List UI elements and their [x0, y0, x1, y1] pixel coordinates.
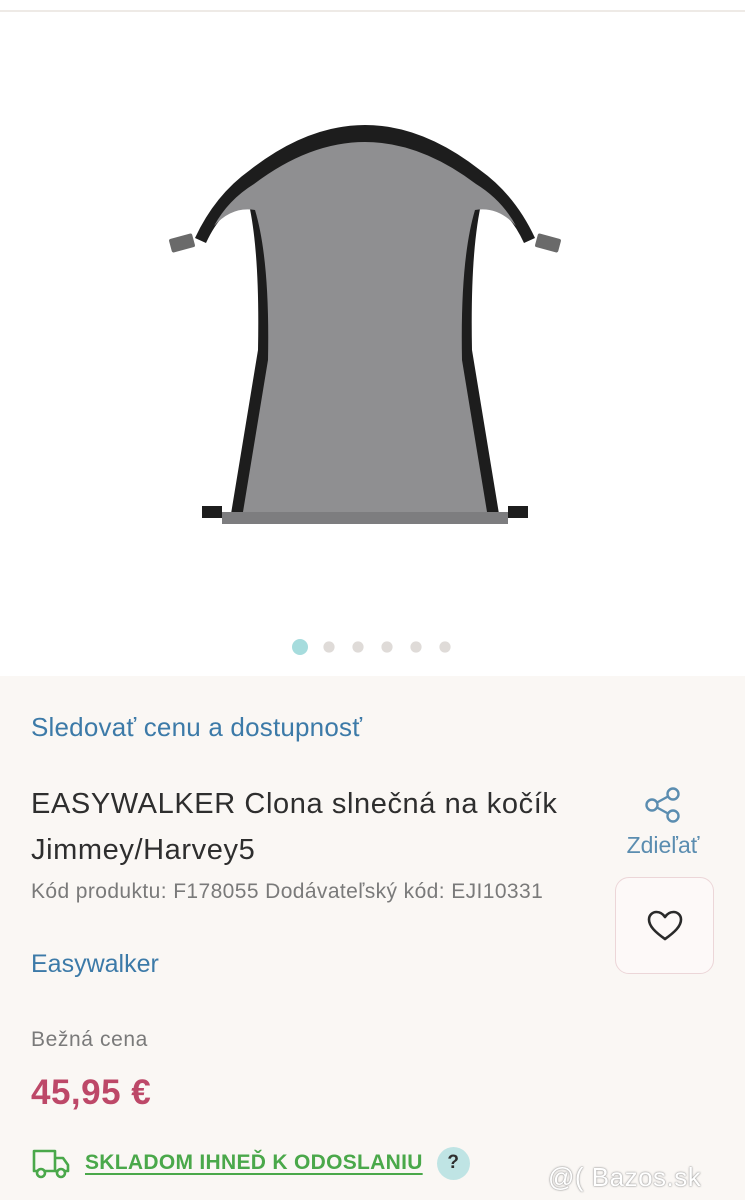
truck-icon	[32, 1149, 70, 1179]
stock-status: SKLADOM IHNEĎ K ODOSLANIU ?	[31, 1146, 470, 1180]
product-title: EASYWALKER Clona slnečná na kočík Jimmey…	[31, 788, 558, 866]
price: 45,95 €	[31, 1073, 152, 1112]
gallery-dots	[292, 639, 453, 655]
share-icon	[645, 787, 680, 823]
share-label: Zdieľať	[626, 832, 700, 858]
gallery-dot[interactable]	[323, 641, 335, 653]
product-image[interactable]	[150, 100, 580, 540]
wishlist-button[interactable]	[615, 877, 714, 974]
regular-price-label: Bežná cena	[31, 1028, 148, 1051]
help-icon[interactable]: ?	[436, 1146, 470, 1180]
heart-icon	[647, 910, 682, 940]
product-codes: Kód produktu: F178055 Dodávateľský kód: …	[31, 880, 544, 903]
gallery-dot[interactable]	[381, 641, 393, 653]
product-info: Sledovať cenu a dostupnosť EASYWALKER Cl…	[0, 676, 745, 1200]
top-divider	[0, 10, 745, 12]
track-price-link[interactable]: Sledovať cenu a dostupnosť	[31, 712, 362, 743]
gallery-dot[interactable]	[352, 641, 364, 653]
gallery-dot[interactable]	[292, 639, 308, 655]
stock-status-label[interactable]: SKLADOM IHNEĎ K ODOSLANIU	[85, 1151, 423, 1175]
product-gallery[interactable]	[0, 0, 745, 676]
gallery-dot[interactable]	[439, 641, 451, 653]
gallery-dot[interactable]	[410, 641, 422, 653]
brand-link[interactable]: Easywalker	[31, 950, 159, 979]
watermark: @( Bazos.sk	[548, 1162, 702, 1192]
share-button[interactable]: Zdieľať	[618, 786, 708, 859]
